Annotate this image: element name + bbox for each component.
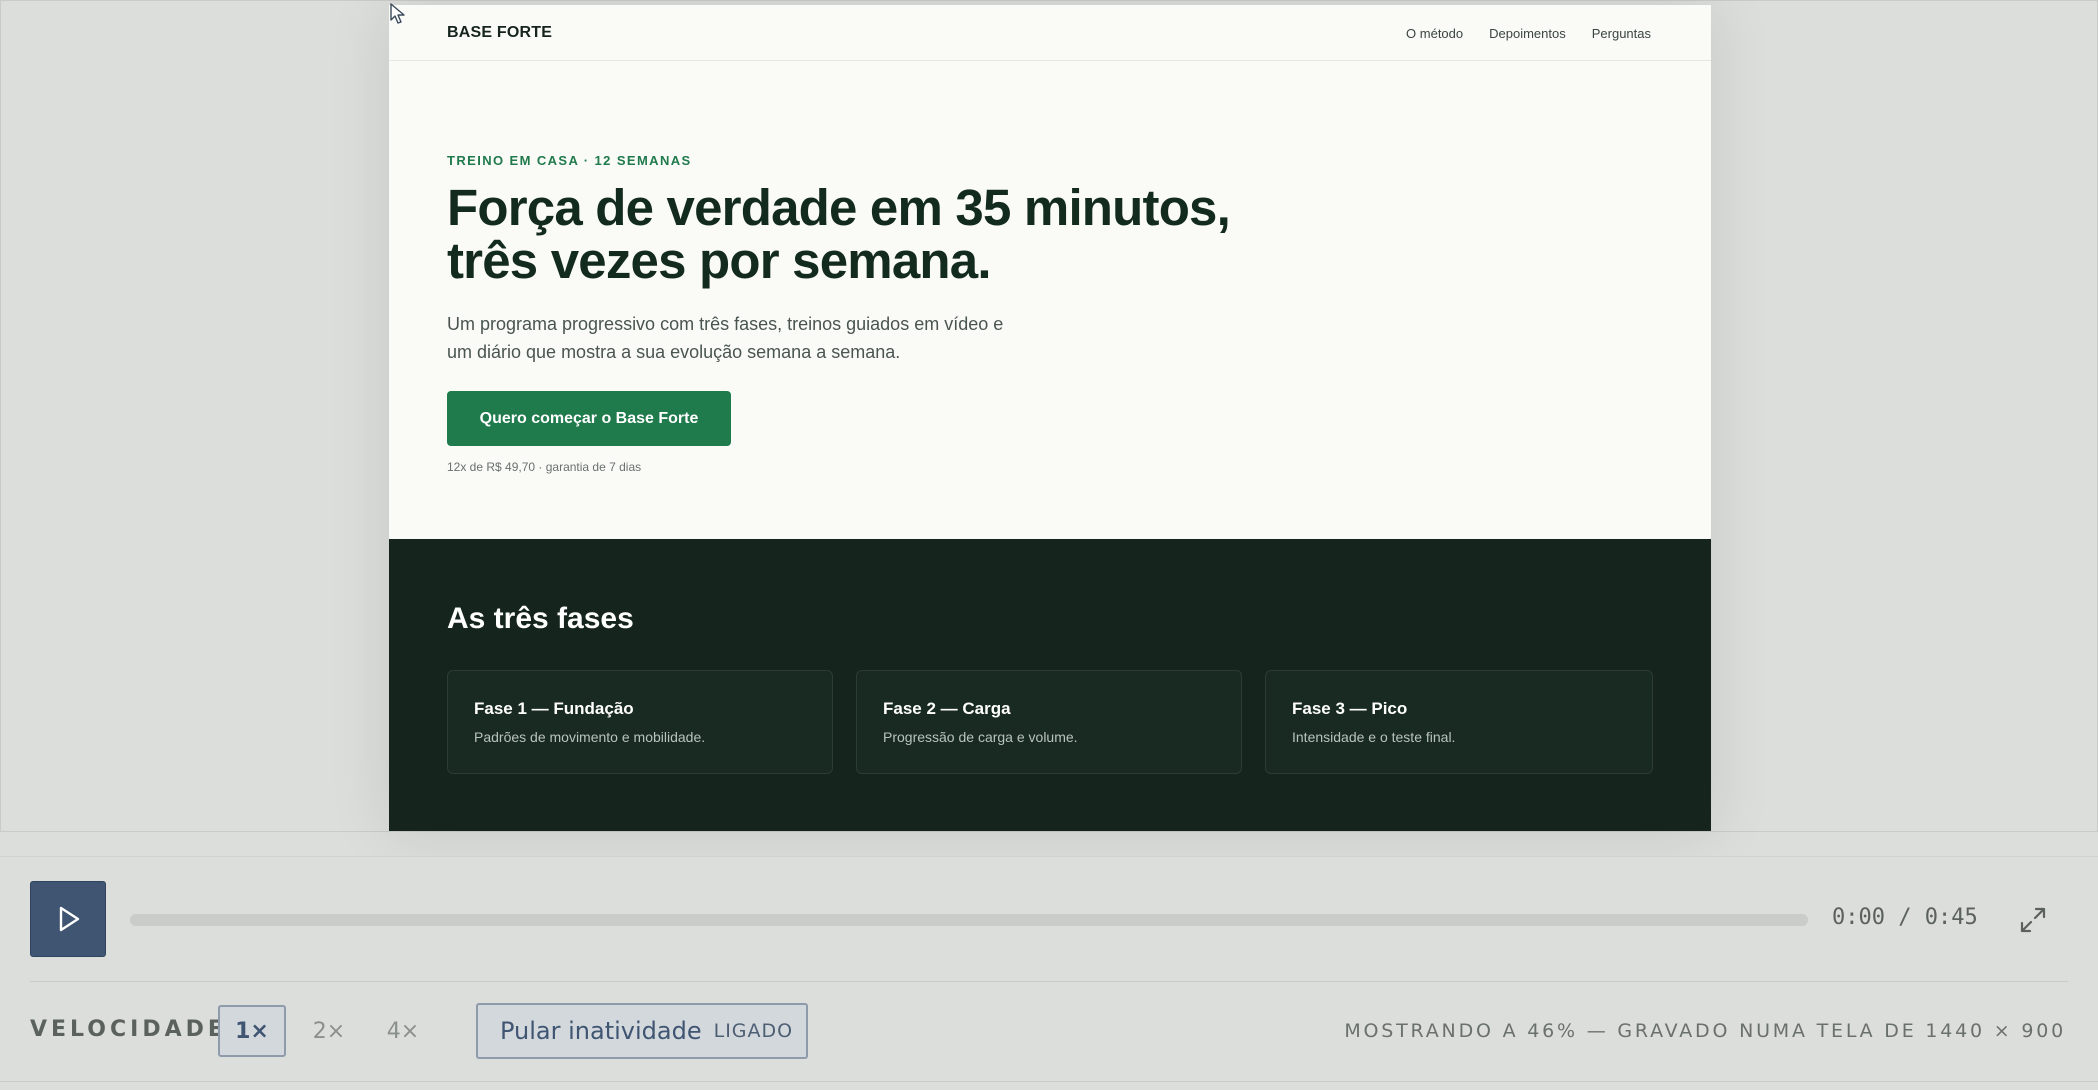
- hero-subhead-line-1: Um programa progressivo com três fases, …: [447, 314, 1004, 334]
- hero-subhead-line-2: um diário que mostra a sua evolução sema…: [447, 342, 901, 362]
- skip-inactivity-toggle[interactable]: Pular inatividade LIGADO: [476, 1003, 808, 1059]
- scale-note: MOSTRANDO A 46% — GRAVADO NUMA TELA DE 1…: [1344, 1020, 2066, 1042]
- hero-headline-line-1: Força de verdade em 35 minutos,: [447, 179, 1231, 236]
- play-icon: [59, 906, 80, 932]
- nav-link-perguntas[interactable]: Perguntas: [1592, 26, 1651, 41]
- site-brand[interactable]: BASE FORTE: [447, 24, 552, 42]
- skip-inactivity-label: Pular inatividade: [500, 1017, 702, 1045]
- nav-link-metodo[interactable]: O método: [1406, 26, 1463, 41]
- phase-desc: Intensidade e o teste final.: [1292, 729, 1456, 745]
- speed-label: VELOCIDADE: [30, 1017, 227, 1042]
- phase-name: Fase 2 — Carga: [883, 699, 1011, 718]
- phase-name: Fase 1 — Fundação: [474, 699, 634, 718]
- hero-subhead: Um programa progressivo com três fases, …: [447, 310, 1027, 366]
- hero-headline-line-2: três vezes por semana.: [447, 232, 992, 289]
- phase-name: Fase 3 — Pico: [1292, 699, 1408, 718]
- skip-inactivity-state: LIGADO: [713, 1020, 794, 1042]
- speed-1x-button[interactable]: 1×: [218, 1005, 286, 1057]
- controls-divider: [30, 981, 2068, 982]
- phase-card-pico: Fase 3 — Pico Intensidade e o teste fina…: [1265, 670, 1653, 774]
- phases-section: As três fases Fase 1 — Fundação Padrões …: [389, 539, 1711, 831]
- phase-desc: Padrões de movimento e mobilidade.: [474, 729, 706, 745]
- cta-button[interactable]: Quero começar o Base Forte: [447, 391, 731, 446]
- timeline-scrubber[interactable]: [130, 914, 1808, 926]
- hero-eyebrow: TREINO EM CASA · 12 SEMANAS: [447, 153, 692, 168]
- phase-card-fundacao: Fase 1 — Fundação Padrões de movimento e…: [447, 670, 833, 774]
- play-button[interactable]: [30, 881, 106, 957]
- recorded-page: BASE FORTE O método Depoimentos Pergunta…: [389, 5, 1711, 831]
- speed-4x-button[interactable]: 4×: [374, 1005, 432, 1057]
- site-nav: BASE FORTE O método Depoimentos Pergunta…: [389, 5, 1711, 61]
- cursor-icon: [390, 3, 405, 24]
- hero-headline: Força de verdade em 35 minutos, três vez…: [447, 181, 1347, 287]
- phase-desc: Progressão de carga e volume.: [883, 729, 1078, 745]
- hero-section: TREINO EM CASA · 12 SEMANAS Força de ver…: [447, 61, 1647, 539]
- speed-2x-button[interactable]: 2×: [300, 1005, 358, 1057]
- nav-link-depoimentos[interactable]: Depoimentos: [1489, 26, 1566, 41]
- player-controls: 0:00 / 0:45 VELOCIDADE 1× 2× 4× Pular in…: [0, 856, 2098, 1082]
- price-note: 12x de R$ 49,70 · garantia de 7 dias: [447, 460, 642, 474]
- time-readout: 0:00 / 0:45: [1832, 905, 1978, 930]
- phase-card-carga: Fase 2 — Carga Progressão de carga e vol…: [856, 670, 1242, 774]
- fullscreen-icon[interactable]: [2016, 903, 2050, 937]
- replay-stage: BASE FORTE O método Depoimentos Pergunta…: [0, 0, 2098, 832]
- phases-title: As três fases: [447, 602, 634, 635]
- nav-links: O método Depoimentos Perguntas: [1406, 26, 1651, 41]
